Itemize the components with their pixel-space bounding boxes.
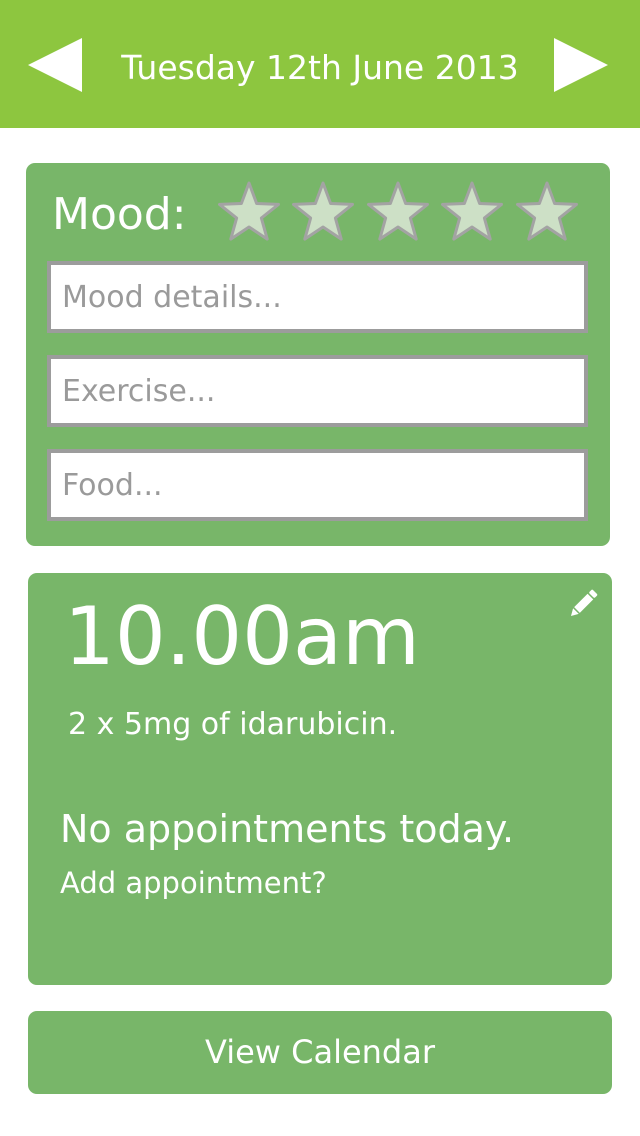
medication-dose: 2 x 5mg of idarubicin. xyxy=(68,707,398,742)
mood-label: Mood: xyxy=(52,189,187,240)
food-input[interactable] xyxy=(51,453,584,517)
star-icon-4[interactable] xyxy=(439,179,505,245)
pencil-icon[interactable] xyxy=(564,585,602,623)
date-header: Tuesday 12th June 2013 xyxy=(0,0,640,128)
star-icon-3[interactable] xyxy=(365,179,431,245)
star-icon-1[interactable] xyxy=(216,179,282,245)
no-appointments-text: No appointments today. xyxy=(60,807,515,851)
previous-day-arrow-icon[interactable] xyxy=(28,38,82,92)
view-calendar-button[interactable]: View Calendar xyxy=(28,1011,612,1094)
food-field xyxy=(47,449,588,521)
mood-details-input[interactable] xyxy=(51,265,584,329)
dose-time: 10.00am xyxy=(64,590,420,683)
mood-card: Mood: xyxy=(26,163,610,546)
add-appointment-link[interactable]: Add appointment? xyxy=(60,861,327,905)
exercise-field xyxy=(47,355,588,427)
schedule-card: 10.00am 2 x 5mg of idarubicin. No appoin… xyxy=(28,573,612,985)
mood-details-field xyxy=(47,261,588,333)
star-icon-5[interactable] xyxy=(514,179,580,245)
next-day-arrow-icon[interactable] xyxy=(554,38,608,92)
current-date: Tuesday 12th June 2013 xyxy=(121,48,519,87)
exercise-input[interactable] xyxy=(51,359,584,423)
star-icon-2[interactable] xyxy=(290,179,356,245)
